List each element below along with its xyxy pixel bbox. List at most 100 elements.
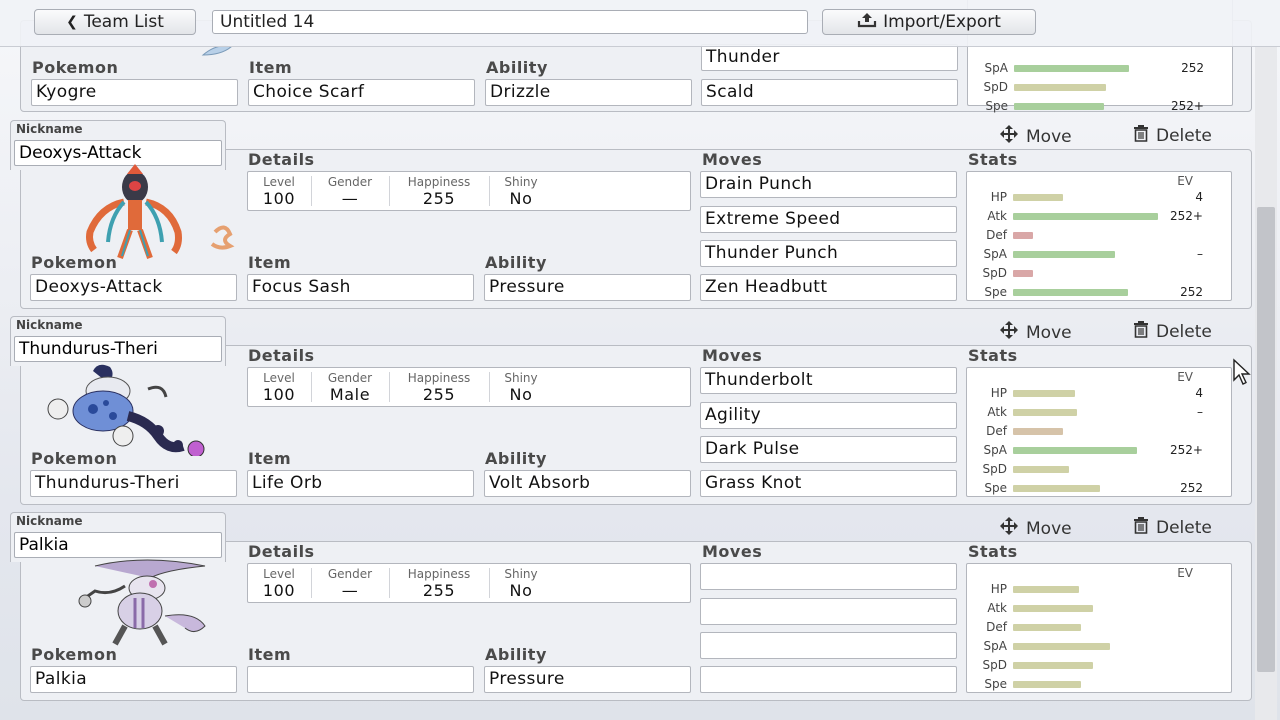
level-value: 100 xyxy=(262,385,296,404)
team-list-button[interactable]: ❮ Team List xyxy=(34,9,196,35)
move-2-field[interactable]: Extreme Speed xyxy=(700,206,957,233)
ability-label: Ability xyxy=(485,449,547,468)
stat-row-spd: SpD xyxy=(967,264,1233,282)
stat-bar xyxy=(1013,485,1100,492)
item-field[interactable]: Life Orb xyxy=(247,470,474,497)
happiness-column: Happiness 255 xyxy=(390,172,488,210)
details-label: Details xyxy=(248,150,315,169)
gender-header: Gender xyxy=(327,175,373,189)
stat-name: SpD xyxy=(983,80,1008,94)
chevron-left-icon: ❮ xyxy=(66,14,78,30)
stat-bar xyxy=(1013,466,1069,473)
move-label: Move xyxy=(1026,518,1072,539)
item-field[interactable]: Focus Sash xyxy=(247,274,474,301)
nickname-label: Nickname xyxy=(16,318,83,332)
item-label: Item xyxy=(248,645,292,664)
moves-label: Moves xyxy=(702,346,763,365)
gender-header: Gender xyxy=(327,567,373,581)
stat-bar xyxy=(1013,390,1075,397)
move-2-field[interactable] xyxy=(700,598,957,625)
stat-bar xyxy=(1013,289,1128,296)
nickname-input[interactable]: Palkia xyxy=(14,532,222,558)
move-field[interactable]: Scald xyxy=(701,79,958,106)
trash-icon xyxy=(1132,516,1150,539)
stat-name: Atk xyxy=(987,209,1007,223)
happiness-column: Happiness 255 xyxy=(390,368,488,406)
gender-value: — xyxy=(341,189,359,208)
move-2-field[interactable]: Agility xyxy=(700,402,957,429)
stat-row-hp: HP 4 xyxy=(967,188,1233,206)
ability-field[interactable]: Pressure xyxy=(484,666,691,693)
move-1-field[interactable] xyxy=(700,563,957,590)
details-box[interactable]: Level 100 Gender — Happiness 255 Shiny No xyxy=(247,563,691,603)
delete-set-button[interactable]: Delete xyxy=(1132,124,1212,147)
stat-bar xyxy=(1013,428,1063,435)
ability-field[interactable]: Pressure xyxy=(484,274,691,301)
stat-row-hp: HP 4 xyxy=(967,384,1233,402)
stat-name: HP xyxy=(990,582,1007,596)
move-3-field[interactable]: Dark Pulse xyxy=(700,436,957,463)
move-1-field[interactable]: Drain Punch xyxy=(700,171,957,198)
team-name-input[interactable]: Untitled 14 xyxy=(212,10,808,34)
pokemon-label: Pokemon xyxy=(31,645,118,664)
level-header: Level xyxy=(263,175,295,189)
stat-ev: 4 xyxy=(1195,386,1203,400)
stats-box[interactable]: EV HP 4 Atk – Def SpA 252+ SpD Spe 252 xyxy=(966,367,1232,497)
move-4-field[interactable] xyxy=(700,666,957,693)
happiness-value: 255 xyxy=(422,385,456,404)
delete-label: Delete xyxy=(1156,517,1212,538)
team-list-label: Team List xyxy=(83,12,164,32)
shiny-column: Shiny No xyxy=(490,172,552,210)
delete-label: Delete xyxy=(1156,321,1212,342)
stat-name: HP xyxy=(990,190,1007,204)
stat-row-spe: Spe 252 xyxy=(967,283,1233,301)
stat-row-atk: Atk – xyxy=(967,403,1233,421)
delete-set-button[interactable]: Delete xyxy=(1132,516,1212,539)
stat-name: Spe xyxy=(984,677,1007,691)
stats-box[interactable]: EV HP 4 Atk 252+ Def SpA – SpD Spe 252 xyxy=(966,171,1232,301)
move-4-field[interactable]: Grass Knot xyxy=(700,470,957,497)
stat-bar xyxy=(1013,270,1033,277)
details-box[interactable]: Level 100 Gender Male Happiness 255 Shiny No xyxy=(247,367,691,407)
happiness-header: Happiness xyxy=(407,567,471,581)
pokemon-field[interactable]: Palkia xyxy=(30,666,237,693)
move-set-button[interactable]: Move xyxy=(998,124,1072,149)
gender-header: Gender xyxy=(327,371,373,385)
item-field[interactable]: Choice Scarf xyxy=(248,79,475,106)
pokemon-field[interactable]: Deoxys-Attack xyxy=(30,274,237,301)
move-set-button[interactable]: Move xyxy=(998,320,1072,345)
stat-ev: – xyxy=(1197,405,1203,419)
moves-label: Moves xyxy=(702,150,763,169)
pokemon-field[interactable]: Thundurus-Theri xyxy=(30,470,237,497)
ability-field[interactable]: Drizzle xyxy=(485,79,692,106)
details-box[interactable]: Level 100 Gender — Happiness 255 Shiny No xyxy=(247,171,691,211)
move-3-field[interactable] xyxy=(700,632,957,659)
level-header: Level xyxy=(263,371,295,385)
stat-ev: 252+ xyxy=(1170,209,1203,223)
stat-row-spa: SpA xyxy=(967,637,1233,655)
move-field[interactable]: Thunder xyxy=(701,44,958,71)
stats-box[interactable]: EV HP Atk Def SpA SpD Spe xyxy=(966,563,1232,693)
stat-name: SpA xyxy=(984,61,1008,75)
stat-bar xyxy=(1013,681,1081,688)
move-label: Move xyxy=(1026,322,1072,343)
import-export-button[interactable]: Import/Export xyxy=(822,9,1036,35)
scrollbar-thumb[interactable] xyxy=(1257,207,1275,672)
move-arrows-icon xyxy=(998,320,1020,345)
pokemon-field[interactable]: Kyogre xyxy=(31,79,238,106)
trash-icon xyxy=(1132,124,1150,147)
nickname-input[interactable]: Thundurus-Theri xyxy=(14,336,222,362)
ev-header: EV xyxy=(1177,566,1193,580)
move-set-button[interactable]: Move xyxy=(998,516,1072,541)
stat-name: Spe xyxy=(984,285,1007,299)
set-deoxys-attack: Nickname Deoxys-Attack Move Delete Detai… xyxy=(10,120,1252,310)
stats-label: Stats xyxy=(968,346,1018,365)
move-3-field[interactable]: Thunder Punch xyxy=(700,240,957,267)
shiny-value: No xyxy=(509,581,533,600)
delete-set-button[interactable]: Delete xyxy=(1132,320,1212,343)
move-1-field[interactable]: Thunderbolt xyxy=(700,367,957,394)
item-field[interactable] xyxy=(247,666,474,693)
move-4-field[interactable]: Zen Headbutt xyxy=(700,274,957,301)
ability-field[interactable]: Volt Absorb xyxy=(484,470,691,497)
stat-row-spa: SpA 252 xyxy=(968,59,1234,77)
